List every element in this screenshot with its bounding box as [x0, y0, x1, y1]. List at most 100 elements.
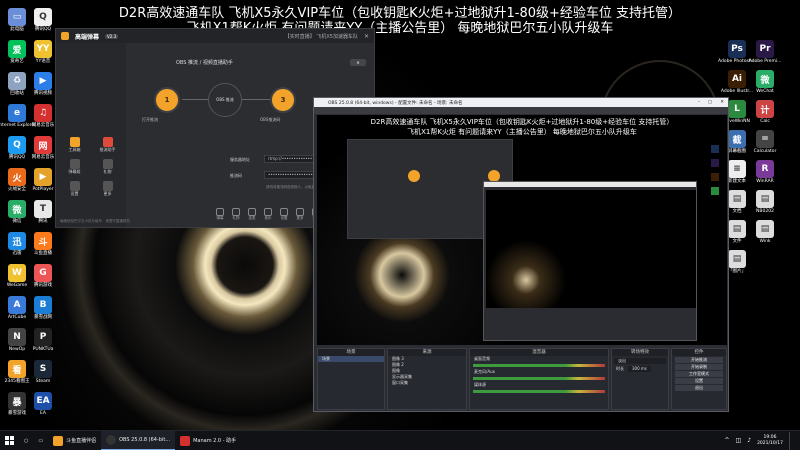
- app-header-info: 【实时直播】 飞机X5加速器车队: [284, 33, 358, 40]
- taskbar-app-label: 斗鱼直播伴侣: [66, 438, 97, 444]
- footer-tool[interactable]: 礼物: [232, 208, 240, 221]
- preview-desktop-icons: [711, 145, 719, 195]
- sidebar-item-label: 礼物: [103, 169, 112, 174]
- settings-button[interactable]: 设置: [675, 378, 723, 384]
- desktop-icon[interactable]: G 腾讯游戏: [26, 264, 60, 298]
- source-item[interactable]: 窗口采集: [388, 380, 466, 386]
- taskbar-app-obs[interactable]: OBS 25.0.8 (64-bit...: [101, 430, 176, 450]
- app-icon: ▶: [34, 72, 52, 90]
- volume-icon[interactable]: ♪: [747, 437, 751, 444]
- volume-meter: [473, 364, 605, 367]
- desktop-icon-label: 「图片」: [728, 269, 746, 274]
- sidebar-item[interactable]: 更多: [93, 181, 122, 197]
- desktop-icon-label: 文件: [732, 239, 742, 244]
- desktop-icon[interactable]: Pr Adobe Premi...: [748, 40, 782, 74]
- taskbar-app-label: Manam 2.0 - 助手: [193, 438, 237, 444]
- close-icon[interactable]: ✕: [364, 33, 369, 40]
- app-icon: 火: [8, 168, 26, 186]
- desktop-icon[interactable]: B 暴雪战网: [26, 296, 60, 330]
- desktop-icon[interactable]: S Steam: [26, 360, 60, 394]
- desktop-icon-label: WinRAR: [756, 179, 774, 184]
- footer-tool[interactable]: 连麦: [248, 208, 256, 221]
- desktop-icon[interactable]: EA EA: [26, 392, 60, 426]
- desktop-icon[interactable]: ▤ Wink: [748, 220, 782, 254]
- sidebar-item[interactable]: 推流助手: [93, 137, 122, 153]
- network-icon[interactable]: ◫: [736, 437, 742, 444]
- footer-tool[interactable]: 更多: [296, 208, 304, 221]
- footer-tool[interactable]: 设置: [280, 208, 288, 221]
- transition-select[interactable]: 淡出: [614, 358, 666, 364]
- obs-preview-canvas[interactable]: D2R高效速通车队 飞机X5永久VIP车位（包收钥匙K火炬+过地狱升1-80级+…: [317, 115, 727, 345]
- stream-key-label: 推流码: [230, 173, 242, 178]
- app-icon: 暴: [8, 392, 26, 410]
- step1-number: 1: [164, 96, 170, 104]
- desktop-icon-label: Calculator: [753, 149, 777, 154]
- sidebar-item[interactable]: 弹幕姬: [60, 159, 89, 175]
- footer-tool-label: 连麦: [248, 216, 256, 220]
- task-view-icon[interactable]: ▭: [33, 431, 48, 450]
- start-streaming-button[interactable]: 开始推流: [675, 357, 723, 363]
- footer-tool[interactable]: 弹幕: [216, 208, 224, 221]
- obs-window[interactable]: OBS 25.0.8 (64-bit, windows) - 配置文件: 未命名…: [313, 97, 729, 412]
- taskbar-app-douyu[interactable]: 斗鱼直播伴侣: [48, 431, 101, 450]
- volume-meter: [473, 390, 605, 393]
- app-titlebar[interactable]: 高端弹幕 V2.3 【实时直播】 飞机X5加速器车队 ✕: [56, 29, 374, 43]
- show-desktop-button[interactable]: [789, 431, 792, 450]
- sources-dock-title: 来源: [388, 349, 466, 356]
- app-icon: L: [728, 100, 746, 118]
- app-icon: S: [34, 360, 52, 378]
- nested-titlebar: [484, 182, 696, 187]
- desktop-icon[interactable]: 斗斗鱼直播: [26, 232, 60, 266]
- controls-dock: 控件 开始推流 开始录制 工作室模式 设置 退出: [671, 348, 727, 410]
- desktop-icon[interactable]: ▤ NB0202: [748, 190, 782, 224]
- exit-button[interactable]: 退出: [675, 385, 723, 391]
- tools-icon: [69, 137, 80, 147]
- desktop-icon-label: PotPlayer: [32, 187, 54, 192]
- sidebar-item[interactable]: 设置: [60, 181, 89, 197]
- search-icon[interactable]: ○: [19, 431, 33, 450]
- preview-icon: [711, 159, 719, 167]
- studio-mode-button[interactable]: 工作室模式: [675, 371, 723, 377]
- app-icon: ▭: [8, 8, 26, 26]
- obs-titlebar[interactable]: OBS 25.0.8 (64-bit, windows) - 配置文件: 未命名…: [314, 98, 728, 107]
- tray-chevron-icon[interactable]: ^: [725, 437, 730, 444]
- step-connector: [242, 99, 270, 100]
- sources-dock: 来源 图像 3 图像 2 图像 显示器采集 窗口采集: [387, 348, 467, 410]
- start-recording-button[interactable]: 开始录制: [675, 364, 723, 370]
- sidebar-item[interactable]: 工具箱: [60, 137, 89, 153]
- start-button[interactable]: [0, 431, 19, 450]
- desktop-icon-label: NB0202: [756, 209, 774, 214]
- desktop-icon[interactable]: 计 Calc: [748, 100, 782, 134]
- app-icon: 网: [34, 136, 52, 154]
- desktop-icon[interactable]: P PUNKTUa: [26, 328, 60, 362]
- desktop-icon[interactable]: 微 WeChat: [748, 70, 782, 104]
- desktop-icon-label: 回收站: [10, 91, 24, 96]
- app-icon: ▤: [728, 190, 746, 208]
- clock[interactable]: 19:06 2021/10/17: [757, 435, 783, 447]
- close-guide-button[interactable]: ✕: [350, 59, 366, 66]
- step3-number: 3: [280, 96, 286, 104]
- footer-tool-label: 音乐: [264, 216, 272, 220]
- app-icon: Q: [8, 136, 26, 154]
- app-icon: ♫: [34, 104, 52, 122]
- desktop-icon[interactable]: = Calculator: [748, 130, 782, 164]
- desktop-icon-label: 暴雪战网: [34, 315, 52, 320]
- desktop-icon-label: 文档: [732, 209, 742, 214]
- minimize-icon[interactable]: –: [698, 100, 700, 105]
- step1-node[interactable]: 1: [154, 87, 180, 113]
- footer-tool[interactable]: 音乐: [264, 208, 272, 221]
- push-guide-title: OBS 推流 / 视频直播助手: [176, 60, 233, 66]
- desktop-icon-label: 腾讯QQ: [8, 155, 26, 160]
- maximize-icon[interactable]: ▢: [708, 100, 712, 105]
- app-icon: [180, 435, 191, 446]
- preview-node: [408, 170, 420, 182]
- scene-item[interactable]: 场景: [318, 356, 384, 362]
- desktop-icon[interactable]: R WinRAR: [748, 160, 782, 194]
- close-icon[interactable]: ✕: [720, 100, 724, 105]
- step3-node[interactable]: 3: [270, 87, 296, 113]
- sidebar-item[interactable]: 礼物: [93, 159, 122, 175]
- tool-icon: [216, 208, 224, 216]
- step2-node[interactable]: OBS 推流: [208, 83, 242, 117]
- taskbar-app-manam[interactable]: Manam 2.0 - 助手: [175, 431, 241, 450]
- duration-field[interactable]: 300 ms: [628, 366, 651, 372]
